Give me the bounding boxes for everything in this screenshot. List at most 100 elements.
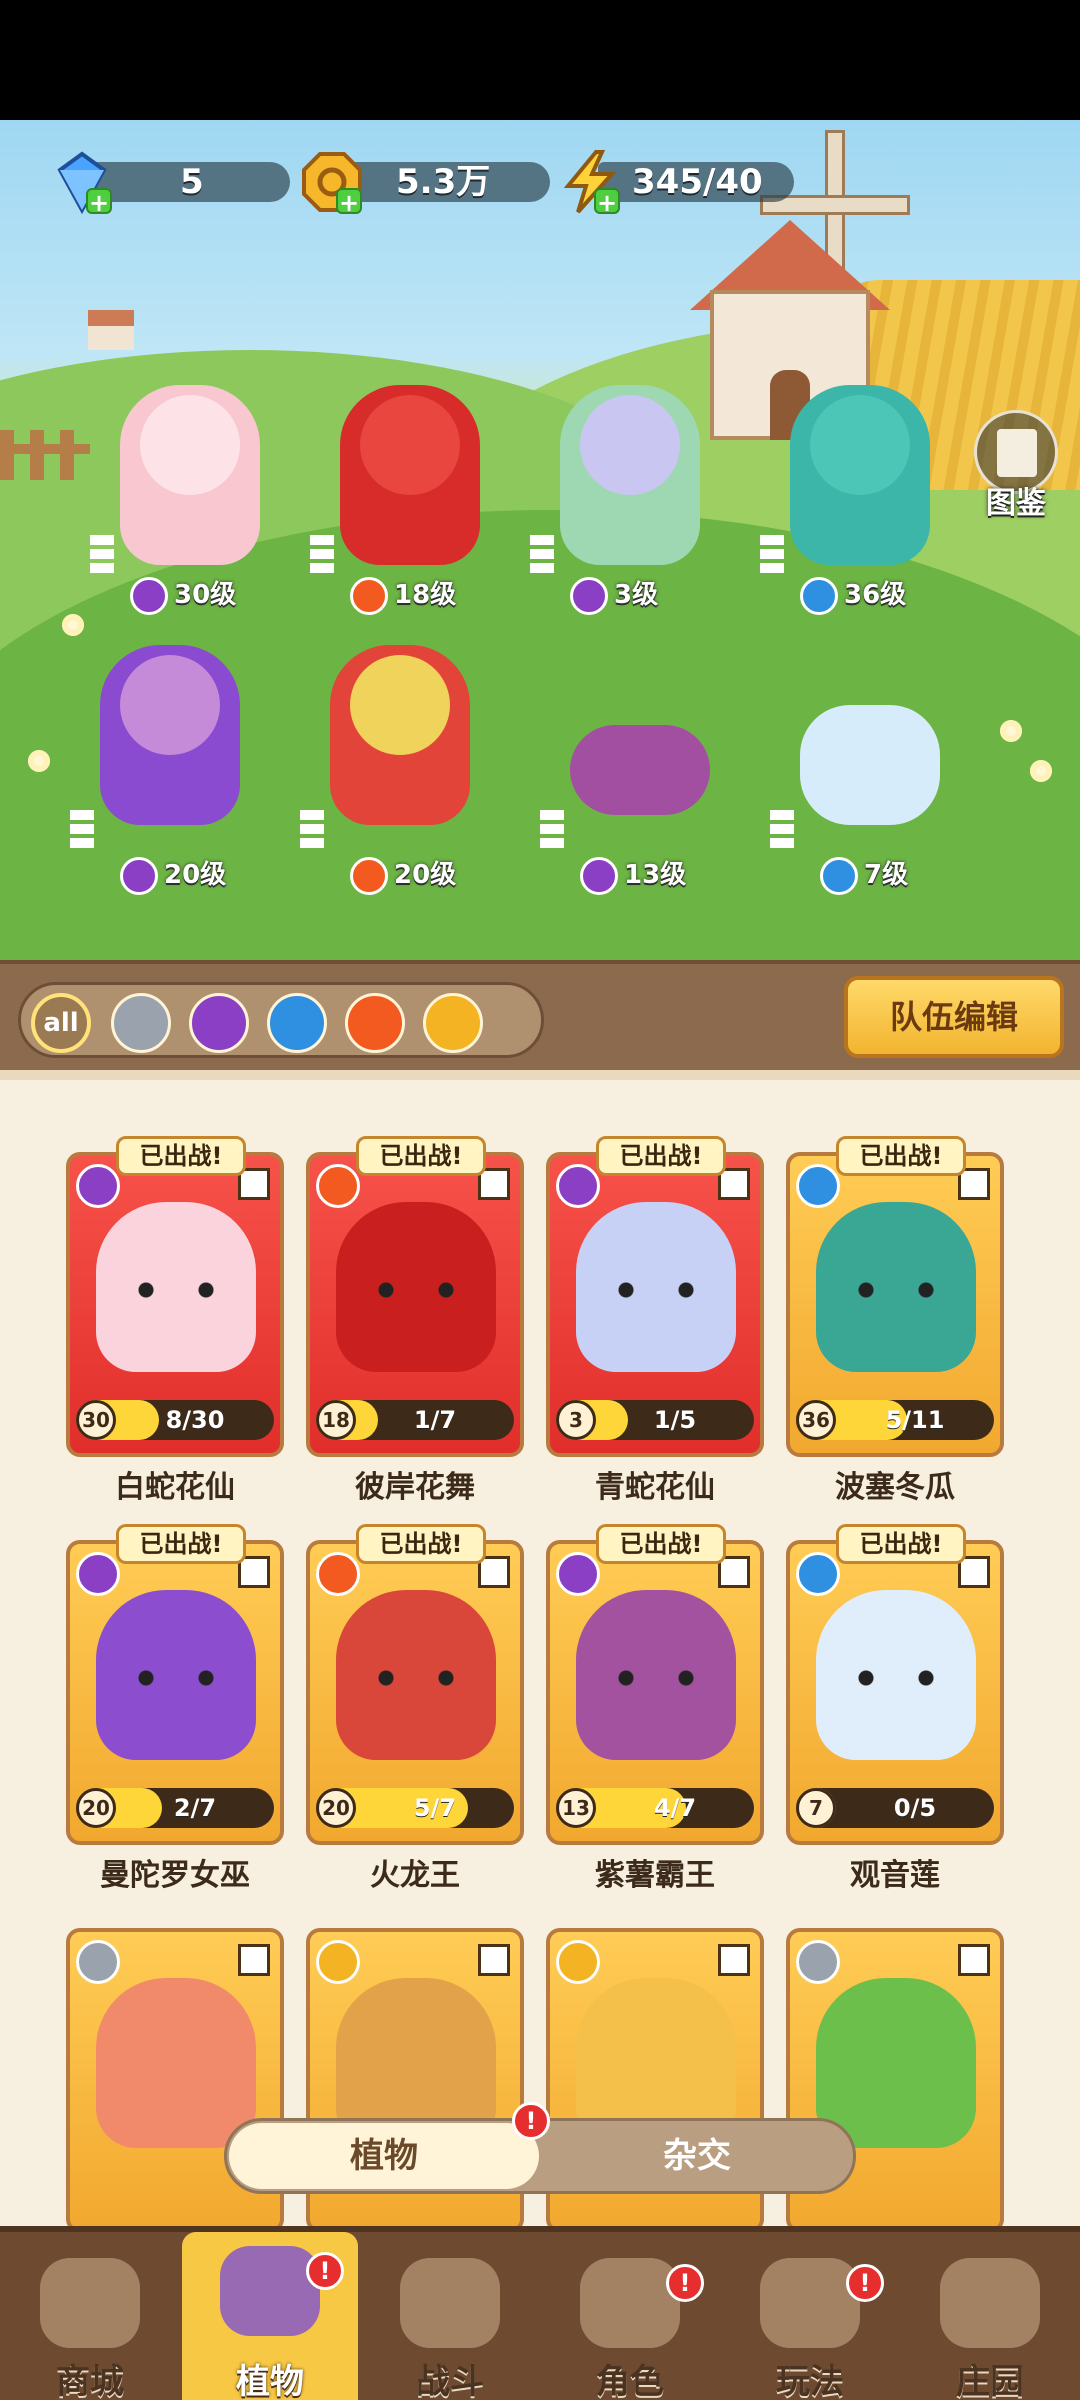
character-icon	[580, 2258, 680, 2348]
lineup-slot[interactable]: 36级	[760, 385, 960, 615]
lightning-icon[interactable]	[423, 993, 483, 1053]
alert-badge: !	[666, 2264, 704, 2302]
manor-icon	[940, 2258, 1040, 2348]
codex-button[interactable]: 图鉴	[970, 410, 1062, 521]
gem-counter[interactable]: + 5	[50, 150, 290, 216]
fragment-count: 5/7	[413, 1794, 457, 1822]
plant-name: 火龙王	[370, 1858, 460, 1893]
card-level: 36	[796, 1400, 836, 1440]
lineup-slot[interactable]: 13级	[540, 665, 740, 895]
energy-counter[interactable]: + 345/40	[558, 150, 798, 216]
fragment-progress: 3 1/5	[556, 1400, 754, 1440]
element-icon	[76, 1552, 120, 1596]
plant-card[interactable]: 已出战! 18 1/7 彼岸花舞	[306, 1136, 524, 1505]
shape-icon	[718, 1944, 750, 1976]
unit-level: 20级	[350, 853, 456, 897]
element-icon	[316, 1552, 360, 1596]
fragment-count: 1/7	[413, 1406, 457, 1434]
nav-label: 战斗	[416, 2362, 484, 2400]
plant-card[interactable]: 已出战! 20 5/7 火龙王	[306, 1524, 524, 1893]
lineup-slot[interactable]: 3级	[530, 385, 730, 615]
nav-shop[interactable]: 商城	[2, 2244, 178, 2400]
fragment-count: 1/5	[653, 1406, 697, 1434]
shop-icon	[40, 2258, 140, 2348]
plant-portrait	[816, 1590, 976, 1760]
fire-icon[interactable]	[345, 993, 405, 1053]
sword-icon[interactable]	[111, 993, 171, 1053]
spider-lily-figure	[340, 385, 480, 565]
element-icon	[556, 1940, 600, 1984]
plant-card[interactable]: 已出战! 20 2/7 曼陀罗女巫	[66, 1524, 284, 1893]
card-level: 20	[76, 1788, 116, 1828]
fragment-progress: 20 5/7	[316, 1788, 514, 1828]
element-icon	[796, 1940, 840, 1984]
fragment-progress: 30 8/30	[76, 1400, 274, 1440]
distant-house	[88, 310, 134, 350]
flower	[1000, 720, 1022, 742]
fragment-count: 5/11	[885, 1406, 945, 1434]
fragment-progress: 18 1/7	[316, 1400, 514, 1440]
plant-card[interactable]: 已出战! 13 4/7 紫薯霸王	[546, 1524, 764, 1893]
nav-battle[interactable]: 战斗	[362, 2244, 538, 2400]
lineup-slot[interactable]: 20级	[70, 645, 270, 895]
plant-name: 青蛇花仙	[595, 1470, 715, 1505]
lineup-slot[interactable]: 18级	[310, 385, 510, 615]
nav-gameplay[interactable]: 玩法!	[722, 2244, 898, 2400]
plant-name: 白蛇花仙	[115, 1470, 235, 1505]
plant-portrait	[816, 1202, 976, 1372]
fragment-progress: 36 5/11	[796, 1400, 994, 1440]
fragment-progress: 7 0/5	[796, 1788, 994, 1828]
shape-indicator	[90, 535, 114, 575]
shape-indicator	[770, 810, 794, 850]
element-icon	[76, 1164, 120, 1208]
add-gem-button[interactable]: +	[86, 188, 112, 216]
gem-value: 5	[180, 162, 204, 202]
potion-icon[interactable]	[189, 993, 249, 1053]
add-gold-button[interactable]: +	[336, 188, 362, 216]
plant-card[interactable]: 已出战! 30 8/30 白蛇花仙	[66, 1136, 284, 1505]
plant-card-grid: 已出战! 30 8/30 白蛇花仙 已出战! 18 1/7 彼岸花舞 已出战! 3 1/5 青蛇花仙已…	[0, 1070, 1080, 2234]
element-icon	[580, 856, 618, 895]
plant-card[interactable]: 已出战! 3 1/5 青蛇花仙	[546, 1136, 764, 1505]
shape-indicator	[760, 535, 784, 575]
fence	[0, 430, 90, 480]
alert-badge: !	[846, 2264, 884, 2302]
lineup-slot[interactable]: 20级	[300, 645, 500, 897]
shape-icon	[478, 1944, 510, 1976]
plant-name: 波塞冬瓜	[835, 1470, 955, 1505]
plant-name: 紫薯霸王	[595, 1858, 715, 1893]
deployed-badge: 已出战!	[116, 1136, 246, 1176]
card-level: 18	[316, 1400, 356, 1440]
flower	[1030, 760, 1052, 782]
plant-card[interactable]: 已出战! 7 0/5 观音莲	[786, 1524, 1004, 1893]
fragment-count: 2/7	[173, 1794, 217, 1822]
hybrid-tab[interactable]: 杂交	[547, 2123, 847, 2189]
plant-portrait	[336, 1590, 496, 1760]
element-icon	[820, 856, 858, 895]
lineup-slot[interactable]: 30级	[90, 385, 290, 615]
plants-icon	[220, 2246, 320, 2336]
nav-character[interactable]: 角色!	[542, 2244, 718, 2400]
shape-indicator	[310, 535, 334, 575]
water-drop-icon[interactable]	[267, 993, 327, 1053]
team-edit-button[interactable]: 队伍编辑	[844, 976, 1064, 1058]
gold-counter[interactable]: + 5.3万	[300, 150, 550, 216]
fire-dragon-king-figure	[330, 645, 470, 825]
plant-card[interactable]: 已出战! 36 5/11 波塞冬瓜	[786, 1136, 1004, 1505]
element-icon	[796, 1164, 840, 1208]
status-bar	[0, 0, 1080, 120]
filter-all-tab[interactable]: all	[31, 993, 91, 1053]
fragment-progress: 20 2/7	[76, 1788, 274, 1828]
lineup-slot[interactable]: 7级	[770, 665, 970, 895]
element-icon	[556, 1552, 600, 1596]
flower	[62, 614, 84, 636]
plant-portrait	[96, 1978, 256, 2148]
nav-plants[interactable]: 植物!	[182, 2232, 358, 2400]
add-energy-button[interactable]: +	[594, 188, 620, 216]
nav-label: 植物	[236, 2362, 304, 2400]
nav-label: 玩法	[776, 2362, 844, 2400]
element-icon	[350, 576, 388, 615]
unit-level: 18级	[350, 573, 456, 617]
nav-manor[interactable]: 庄园	[902, 2244, 1078, 2400]
plants-tab[interactable]: 植物	[229, 2123, 539, 2189]
